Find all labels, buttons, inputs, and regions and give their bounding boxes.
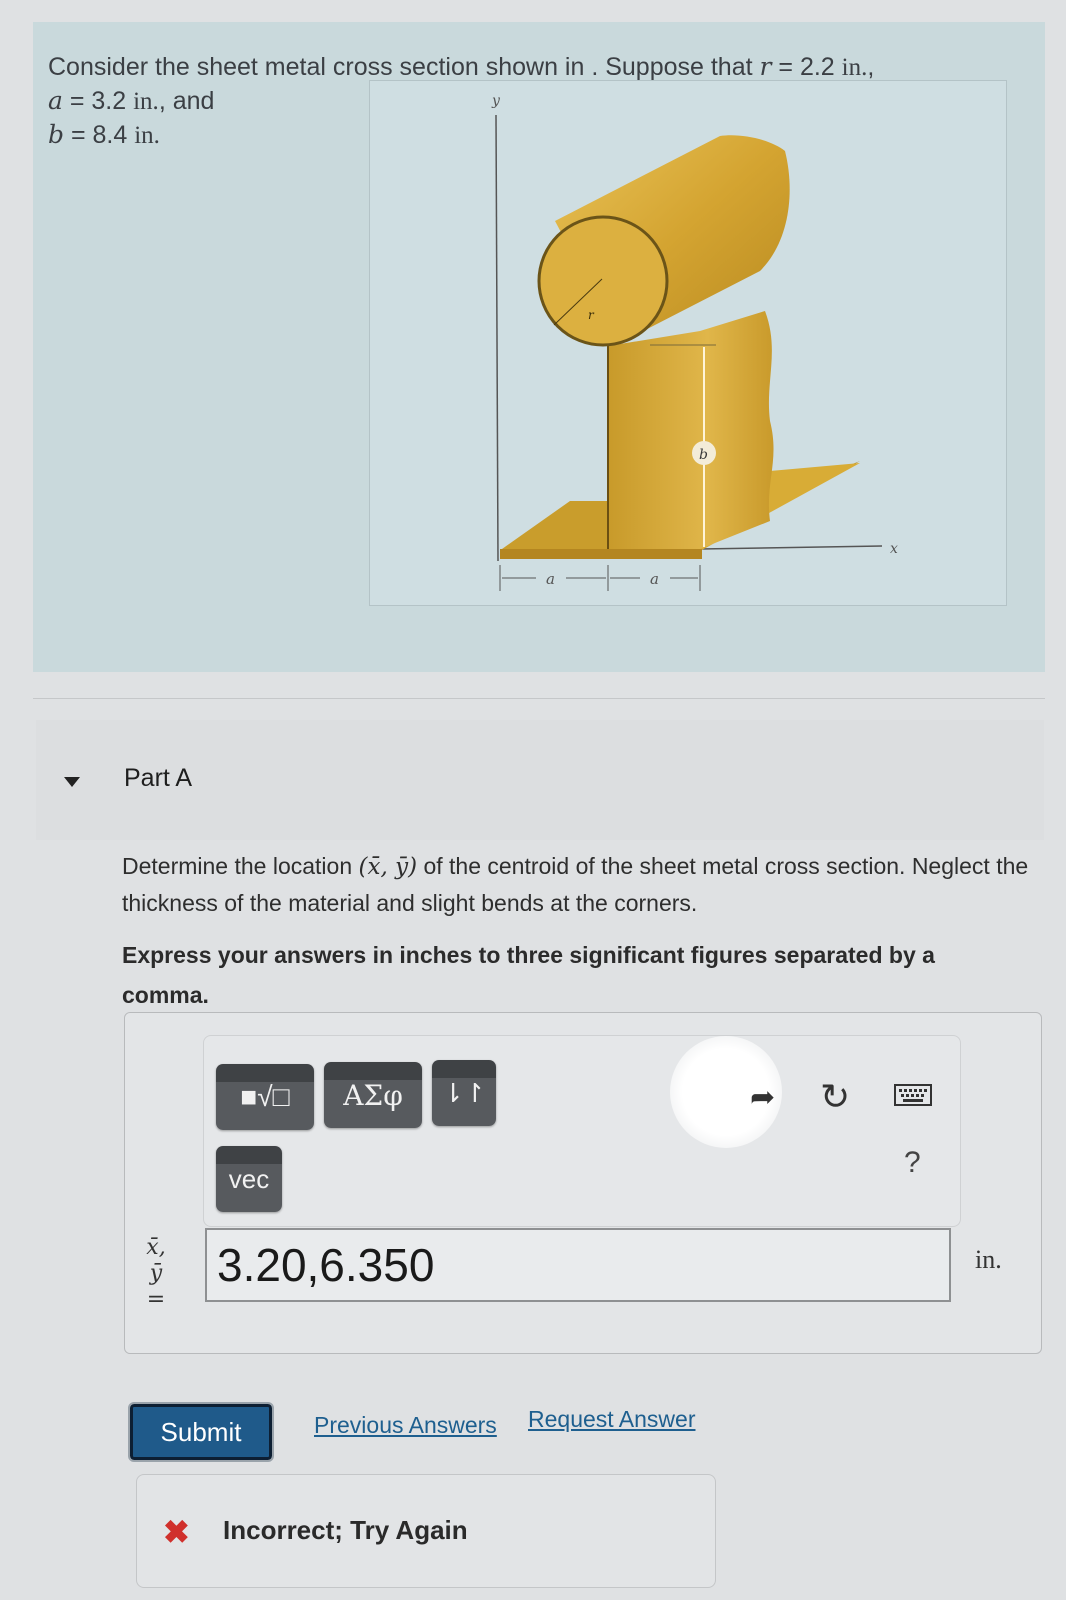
answer-input[interactable] <box>205 1228 951 1302</box>
part-title: Part A <box>124 764 193 792</box>
section-divider <box>33 698 1045 699</box>
answer-panel: ■√□ ΑΣφ ⇂↾ vec ➦ ↻ ? x̄, ȳ = 3.20,6.350 … <box>124 1012 1042 1354</box>
math-toolbar: ■√□ ΑΣφ ⇂↾ vec ➦ ↻ ? <box>203 1035 961 1227</box>
figure-svg: y x r b a a <box>491 93 898 591</box>
collapse-caret-icon[interactable] <box>64 777 80 787</box>
web-sheet <box>608 311 774 549</box>
y-axis <box>495 114 499 562</box>
dim-a-right-label: a <box>650 570 659 588</box>
problem-intro-panel: Consider the sheet metal cross section s… <box>33 22 1045 672</box>
var-r: r <box>759 52 772 81</box>
unit-label: in. <box>975 1245 1002 1274</box>
dim-a-left-label: a <box>546 570 555 588</box>
incorrect-x-icon: ✖ <box>163 1514 190 1550</box>
base-plate <box>500 549 702 559</box>
var-b: b <box>48 120 65 149</box>
answer-variable-label: x̄, ȳ = <box>146 1235 166 1312</box>
templates-button[interactable]: ■√□ <box>216 1064 314 1130</box>
help-button[interactable]: ? <box>904 1146 921 1180</box>
keyboard-icon[interactable] <box>894 1084 932 1111</box>
part-a-header[interactable]: Part A <box>36 720 1044 840</box>
var-a: a <box>48 86 63 115</box>
greek-letters-button[interactable]: ΑΣφ <box>324 1062 422 1128</box>
y-axis-label: y <box>491 93 501 109</box>
centroid-notation: (x̄, ȳ) <box>358 854 418 880</box>
answer-instruction: Express your answers in inches to three … <box>122 942 935 1008</box>
reset-icon[interactable]: ↻ <box>820 1076 850 1118</box>
templates-icon: ■√□ <box>240 1081 290 1112</box>
b-label: b <box>699 447 708 463</box>
cylinder-end <box>537 215 669 347</box>
x-axis <box>699 545 883 550</box>
feedback-message: Incorrect; Try Again <box>223 1515 468 1545</box>
redo-icon[interactable]: ➦ <box>750 1080 775 1115</box>
feedback-box: ✖ Incorrect; Try Again <box>136 1474 716 1588</box>
x-axis-label: x <box>890 541 898 557</box>
vector-button[interactable]: vec <box>216 1146 282 1212</box>
previous-answers-link[interactable]: Previous Answers <box>314 1412 497 1439</box>
arrows-button[interactable]: ⇂↾ <box>432 1060 496 1126</box>
sheet-metal-figure: y x r b a a <box>369 80 1007 606</box>
submit-button[interactable]: Submit <box>128 1402 274 1462</box>
arrows-icon: ⇂↾ <box>442 1077 486 1108</box>
left-flange <box>502 501 610 549</box>
request-answer-link[interactable]: Request Answer <box>528 1406 695 1433</box>
question-text: Determine the location (x̄, ȳ) of the ce… <box>122 853 1029 916</box>
